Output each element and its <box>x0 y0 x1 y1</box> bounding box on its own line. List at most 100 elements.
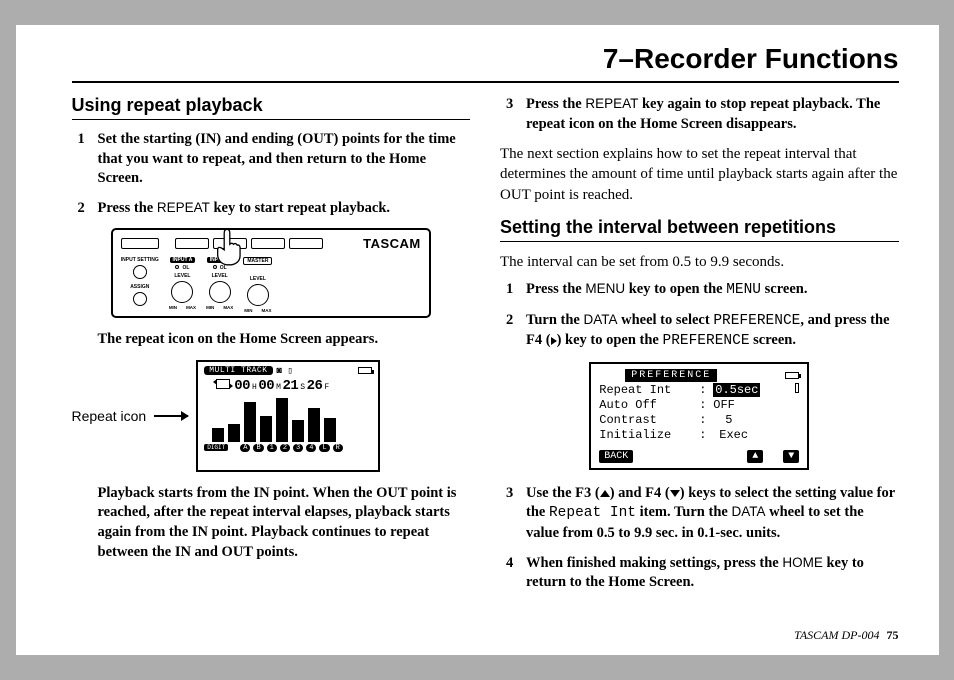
text-fragment: screen. <box>761 281 807 297</box>
interval-step-2: 2 Turn the DATA wheel to select PREFEREN… <box>500 311 899 352</box>
pref-title: PREFERENCE <box>625 369 717 382</box>
battery-icon <box>785 372 799 379</box>
repeat-button-icon <box>175 238 209 249</box>
content-columns: Using repeat playback 1 Set the starting… <box>72 95 899 603</box>
pref-value: Exec <box>713 428 748 442</box>
text-fragment: Press the <box>526 281 585 297</box>
step-3: 3 Press the REPEAT key again to stop rep… <box>500 95 899 134</box>
page-number: 75 <box>887 628 899 642</box>
after-device-note: The repeat icon on the Home Screen appea… <box>72 330 471 350</box>
pref-value: 5 <box>713 413 732 427</box>
step-number: 3 <box>506 95 518 134</box>
step-text: Use the F3 () and F4 () keys to select t… <box>526 484 899 544</box>
footer-model: TASCAM DP-004 <box>794 628 879 642</box>
screen-name: PREFERENCE <box>713 313 800 329</box>
text-fragment: When finished making settings, press the <box>526 555 782 571</box>
step-text: Press the REPEAT key again to stop repea… <box>526 95 899 134</box>
level-knob-icon <box>209 281 231 303</box>
text-fragment: item. Turn the <box>636 504 731 520</box>
key-label: MENU <box>585 281 625 296</box>
channel-chip: 4 <box>306 444 316 452</box>
channel-chip: R <box>333 444 343 452</box>
input-b-section: INPUT B OL LEVEL MINMAX <box>206 257 233 310</box>
section-heading-interval: Setting the interval between repetitions <box>500 217 899 242</box>
device-top-row: TASCAM <box>121 236 421 251</box>
text-fragment: Turn the <box>526 312 583 328</box>
lcd-figure: Repeat icon MULTI TRACK ◙ ▯ 00H00M21S26F <box>72 360 471 472</box>
step-1: 1 Set the starting (IN) and ending (OUT)… <box>72 130 471 189</box>
digit-chip: DIGIT <box>204 444 228 451</box>
interval-step-3: 3 Use the F3 () and F4 () keys to select… <box>500 484 899 544</box>
channel-chip: 1 <box>267 444 277 452</box>
text-fragment: Use the F3 ( <box>526 485 600 501</box>
input-setting-section: INPUT SETTING ASSIGN <box>121 257 159 306</box>
lcd-channels: DIGIT A B 1 2 3 4 L R <box>204 444 372 452</box>
step-number: 4 <box>506 554 518 593</box>
battery-icon <box>358 367 372 374</box>
manual-page: 7–Recorder Functions Using repeat playba… <box>16 25 939 655</box>
key-label: DATA <box>731 504 765 519</box>
chapter-title: 7–Recorder Functions <box>72 43 899 83</box>
step-text: Turn the DATA wheel to select PREFERENCE… <box>526 311 899 352</box>
screen-name: PREFERENCE <box>663 333 750 349</box>
pref-key: Repeat Int <box>599 383 699 397</box>
key-label: DATA <box>583 312 617 327</box>
key-label: HOME <box>782 555 823 570</box>
repeat-icon <box>216 379 230 389</box>
level-knob-icon <box>171 281 193 303</box>
back-softkey: BACK <box>599 450 633 463</box>
step-number: 1 <box>78 130 90 189</box>
text-fragment: key to start repeat playback. <box>210 200 390 216</box>
step-number: 1 <box>506 280 518 301</box>
lcd-screen: MULTI TRACK ◙ ▯ 00H00M21S26F <box>196 360 380 472</box>
inout-button-icon <box>213 238 247 249</box>
step-text: When finished making settings, press the… <box>526 554 899 593</box>
key-label: REPEAT <box>157 200 210 215</box>
recmode-button-icon <box>251 238 285 249</box>
page-footer: TASCAM DP-004 75 <box>794 628 898 643</box>
knob-icon <box>133 265 147 279</box>
text-fragment: wheel to select <box>618 312 714 328</box>
lcd-timecode: 00H00M21S26F <box>216 378 372 394</box>
text-fragment: screen. <box>750 332 796 348</box>
step-number: 2 <box>506 311 518 352</box>
up-icon <box>600 490 610 497</box>
down-softkey-icon: ▼ <box>783 450 799 463</box>
preference-lcd: PREFERENCE Repeat Int:0.5sec Auto Off:OF… <box>589 362 809 470</box>
level-knob-icon <box>247 284 269 306</box>
arrow-icon <box>154 415 188 417</box>
input-a-section: INPUT A OL LEVEL MINMAX <box>169 257 196 310</box>
key-label: REPEAT <box>585 96 638 111</box>
left-column: Using repeat playback 1 Set the starting… <box>72 95 471 603</box>
interval-step-1: 1 Press the MENU key to open the MENU sc… <box>500 280 899 301</box>
brand-label: TASCAM <box>363 236 421 251</box>
lcd-mode: MULTI TRACK <box>204 366 272 375</box>
device-illustration: TASCAM INPUT SETTING ASSIGN INPUT A OL <box>111 228 431 318</box>
channel-chip: A <box>240 444 250 452</box>
scroll-indicator-icon <box>795 383 799 393</box>
channel-chip: 2 <box>280 444 290 452</box>
screen-name: MENU <box>726 282 761 298</box>
step-2: 2 Press the REPEAT key to start repeat p… <box>72 199 471 219</box>
up-softkey-icon: ▲ <box>747 450 763 463</box>
step-text: Press the REPEAT key to start repeat pla… <box>98 199 471 219</box>
paragraph: The next section explains how to set the… <box>500 144 899 205</box>
text-fragment: ) and F4 ( <box>610 485 670 501</box>
level-meters <box>212 396 372 442</box>
unredo-button-icon <box>289 238 323 249</box>
channel-chip: L <box>319 444 329 452</box>
step-number: 2 <box>78 199 90 219</box>
down-icon <box>670 490 680 497</box>
text-fragment: key to open the <box>625 281 726 297</box>
text-fragment: ) key to open the <box>557 332 663 348</box>
channel-chip: B <box>253 444 263 452</box>
pref-key: Contrast <box>599 413 699 427</box>
step-text: Press the MENU key to open the MENU scre… <box>526 280 899 301</box>
device-controls-row: INPUT SETTING ASSIGN INPUT A OL LEVEL MI… <box>121 257 421 313</box>
after-lcd-note: Playback starts from the IN point. When … <box>72 484 471 562</box>
pref-key: Initialize <box>599 428 699 442</box>
step-text: Set the starting (IN) and ending (OUT) p… <box>98 130 471 189</box>
intro-text: The interval can be set from 0.5 to 9.9 … <box>500 252 899 272</box>
step-number: 3 <box>506 484 518 544</box>
knob-icon <box>133 292 147 306</box>
